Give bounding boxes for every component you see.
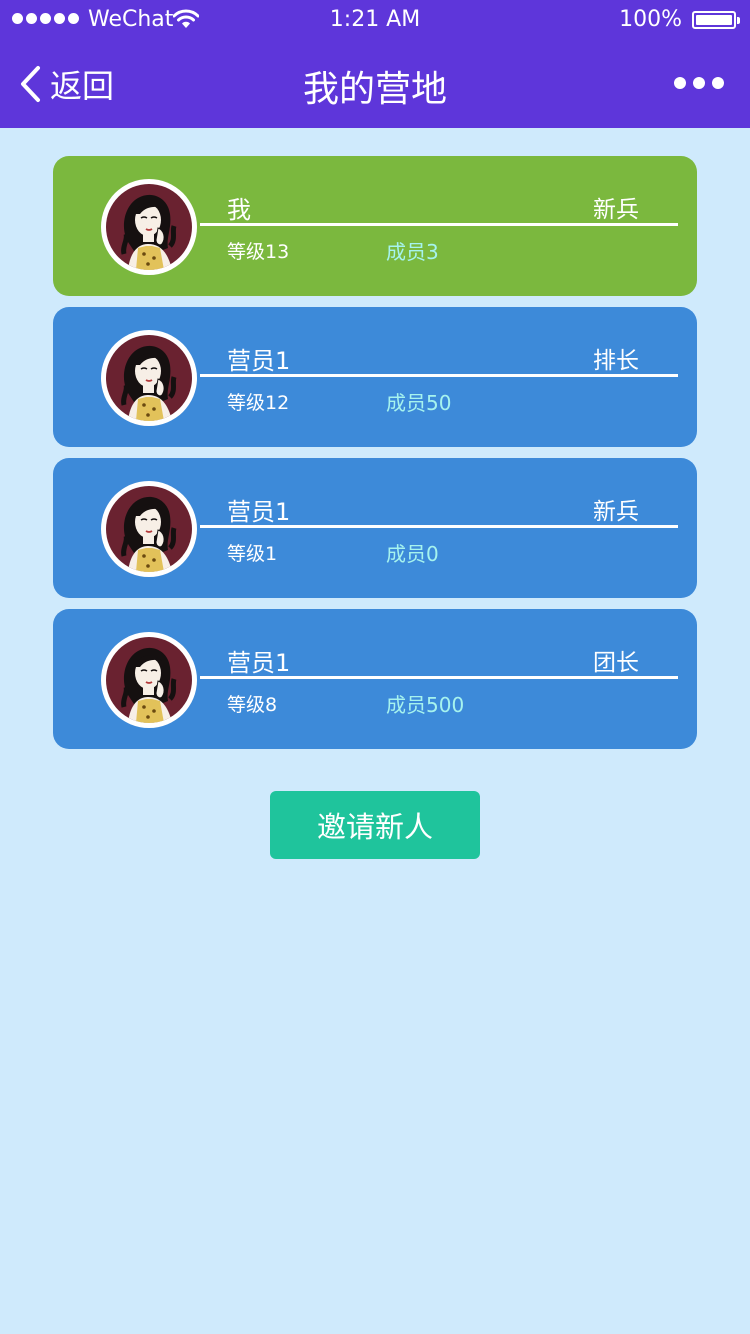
- avatar: [101, 330, 197, 426]
- portrait-illustration: [106, 637, 192, 723]
- member-rank: 新兵: [593, 499, 639, 525]
- battery-percentage: 100%: [619, 7, 682, 32]
- member-name: 我: [227, 196, 251, 224]
- member-count: 成员3: [386, 240, 439, 264]
- more-dots-icon[interactable]: [674, 77, 724, 89]
- navigation-bar: 返回 我的营地: [0, 40, 750, 128]
- card-divider: [200, 223, 678, 226]
- member-count: 成员50: [386, 391, 452, 415]
- member-name: 营员1: [227, 498, 291, 526]
- header: WeChat 1:21 AM 100% 返回 我的营地: [0, 0, 750, 128]
- portrait-illustration: [106, 335, 192, 421]
- member-name: 营员1: [227, 649, 291, 677]
- portrait-illustration: [106, 184, 192, 270]
- member-list: 我 新兵 等级13 成员3 营员1 排长 等级12 成员50 营员1 新兵 等级…: [53, 156, 697, 760]
- avatar: [101, 179, 197, 275]
- avatar: [101, 632, 197, 728]
- member-count: 成员0: [386, 542, 439, 566]
- status-bar: WeChat 1:21 AM 100%: [0, 0, 750, 40]
- member-card[interactable]: 营员1 排长 等级12 成员50: [53, 307, 697, 447]
- member-card[interactable]: 营员1 团长 等级8 成员500: [53, 609, 697, 749]
- battery-icon: [692, 11, 740, 29]
- member-level: 等级8: [227, 694, 278, 716]
- card-divider: [200, 525, 678, 528]
- page-title: 我的营地: [302, 69, 447, 110]
- member-level: 等级12: [227, 392, 290, 414]
- member-name: 营员1: [227, 347, 291, 375]
- member-card[interactable]: 营员1 新兵 等级1 成员0: [53, 458, 697, 598]
- member-level: 等级13: [227, 241, 290, 263]
- portrait-illustration: [106, 486, 192, 572]
- card-divider: [200, 676, 678, 679]
- member-card-self[interactable]: 我 新兵 等级13 成员3: [53, 156, 697, 296]
- member-rank: 团长: [593, 650, 639, 676]
- member-rank: 新兵: [593, 197, 639, 223]
- member-rank: 排长: [593, 348, 639, 374]
- invite-button[interactable]: 邀请新人: [270, 791, 480, 859]
- avatar: [101, 481, 197, 577]
- card-divider: [200, 374, 678, 377]
- member-level: 等级1: [227, 543, 278, 565]
- member-count: 成员500: [386, 693, 465, 717]
